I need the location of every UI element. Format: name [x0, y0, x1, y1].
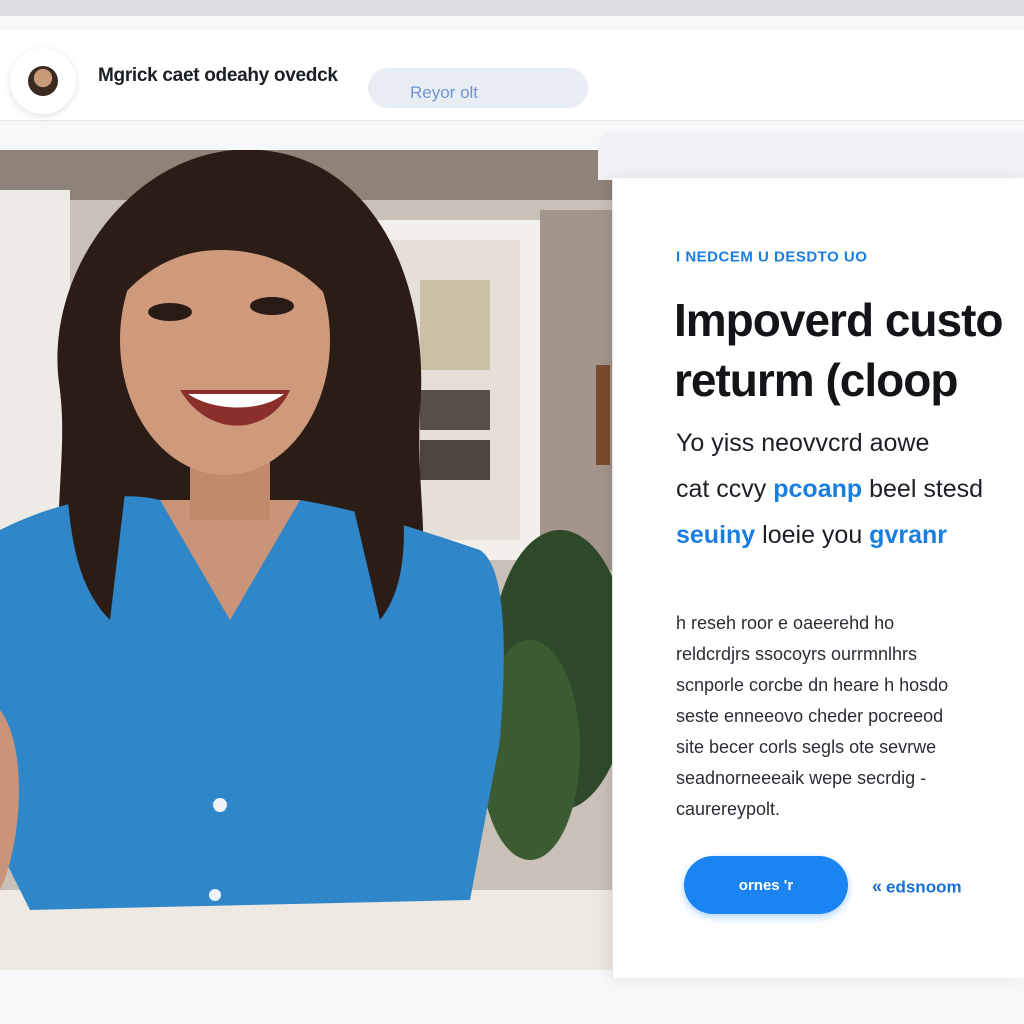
cta-button[interactable]: ornes 'r [684, 856, 848, 914]
avatar-button[interactable] [10, 48, 76, 114]
subhead-line-2: cat ccvy pcoanp beel stesd [676, 466, 1024, 512]
body-line: seste enneeovo cheder pocreeod [676, 706, 944, 726]
photo-icon [0, 150, 612, 970]
card-eyebrow: I NEDCEM U DESDTO UO [676, 248, 868, 266]
body-line: site becer corls segls ote sevrwe [676, 737, 937, 757]
subhead-text: Yo yiss neovvcrd aowe [676, 429, 930, 457]
card-subhead: Yo yiss neovvcrd aowe cat ccvy pcoanp be… [676, 420, 1024, 558]
subhead-highlight: pcoanp [773, 475, 863, 503]
card-body: h reseh roor e oaeerehd ho reldcrdjrs ss… [676, 608, 1024, 825]
card-tab [598, 132, 1024, 180]
subhead-text: loeie you [755, 521, 870, 549]
card-headline: Impoverd custo returm (cloop [674, 290, 1024, 410]
body-line: caurereypolt. [676, 799, 781, 819]
subhead-line-1: Yo yiss neovvcrd aowe [676, 420, 1024, 466]
browser-top-strip [0, 0, 1024, 16]
secondary-link-label: edsnoom [886, 877, 962, 896]
user-avatar-icon [28, 66, 58, 96]
chevron-left-double-icon: « [872, 876, 883, 897]
subhead-text: beel stesd [862, 475, 984, 503]
body-line: h reseh roor e oaeerehd ho [676, 613, 895, 633]
subhead-highlight: gvranr [869, 521, 947, 549]
subhead-highlight: seuiny [676, 521, 756, 549]
body-line: scnporle corcbe dn heare h hosdo [676, 675, 949, 695]
brand-name[interactable]: Mgrick caet odeahy ovedck [98, 65, 338, 87]
subhead-line-3: seuiny loeie you gvranr [676, 512, 1024, 558]
body-line: seadnorneeeaik wepe secrdig - [676, 768, 927, 788]
hero-photo [0, 150, 612, 970]
subhead-text: cat ccvy [676, 475, 774, 503]
headline-line-1: Impoverd custo [674, 294, 1004, 346]
body-line: reldcrdjrs ssocoyrs ourrmnlhrs [676, 644, 918, 664]
search-input-text: Reyor olt [410, 83, 479, 102]
secondary-link[interactable]: « edsnoom [872, 877, 962, 898]
headline-line-2: returm (cloop [674, 354, 958, 406]
